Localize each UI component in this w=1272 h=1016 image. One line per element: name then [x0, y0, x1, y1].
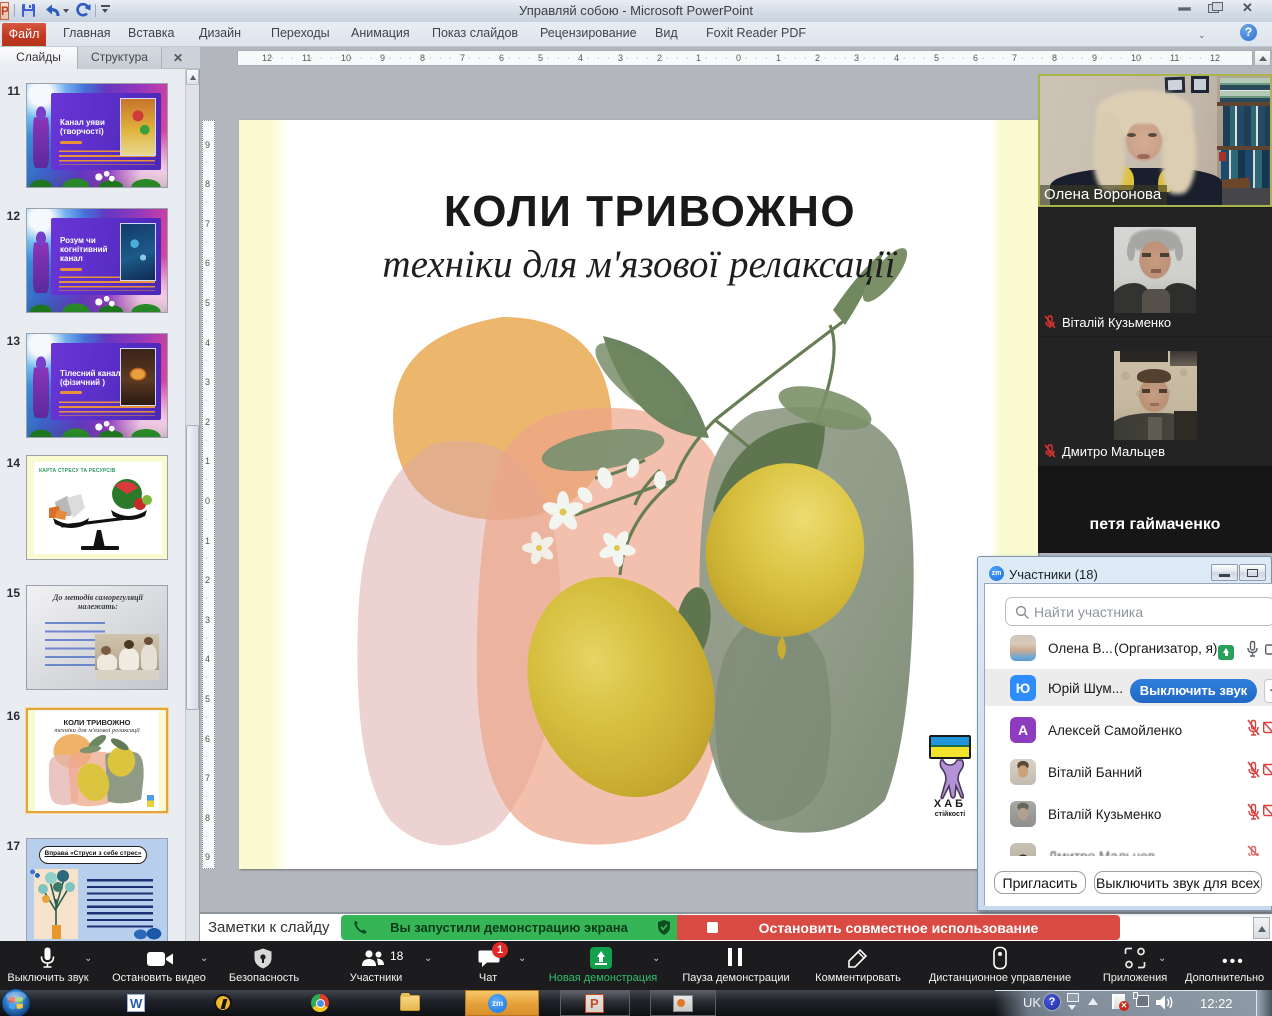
svg-text:ХАБ: ХАБ — [934, 798, 966, 810]
svg-text:стійкості: стійкості — [935, 810, 965, 818]
